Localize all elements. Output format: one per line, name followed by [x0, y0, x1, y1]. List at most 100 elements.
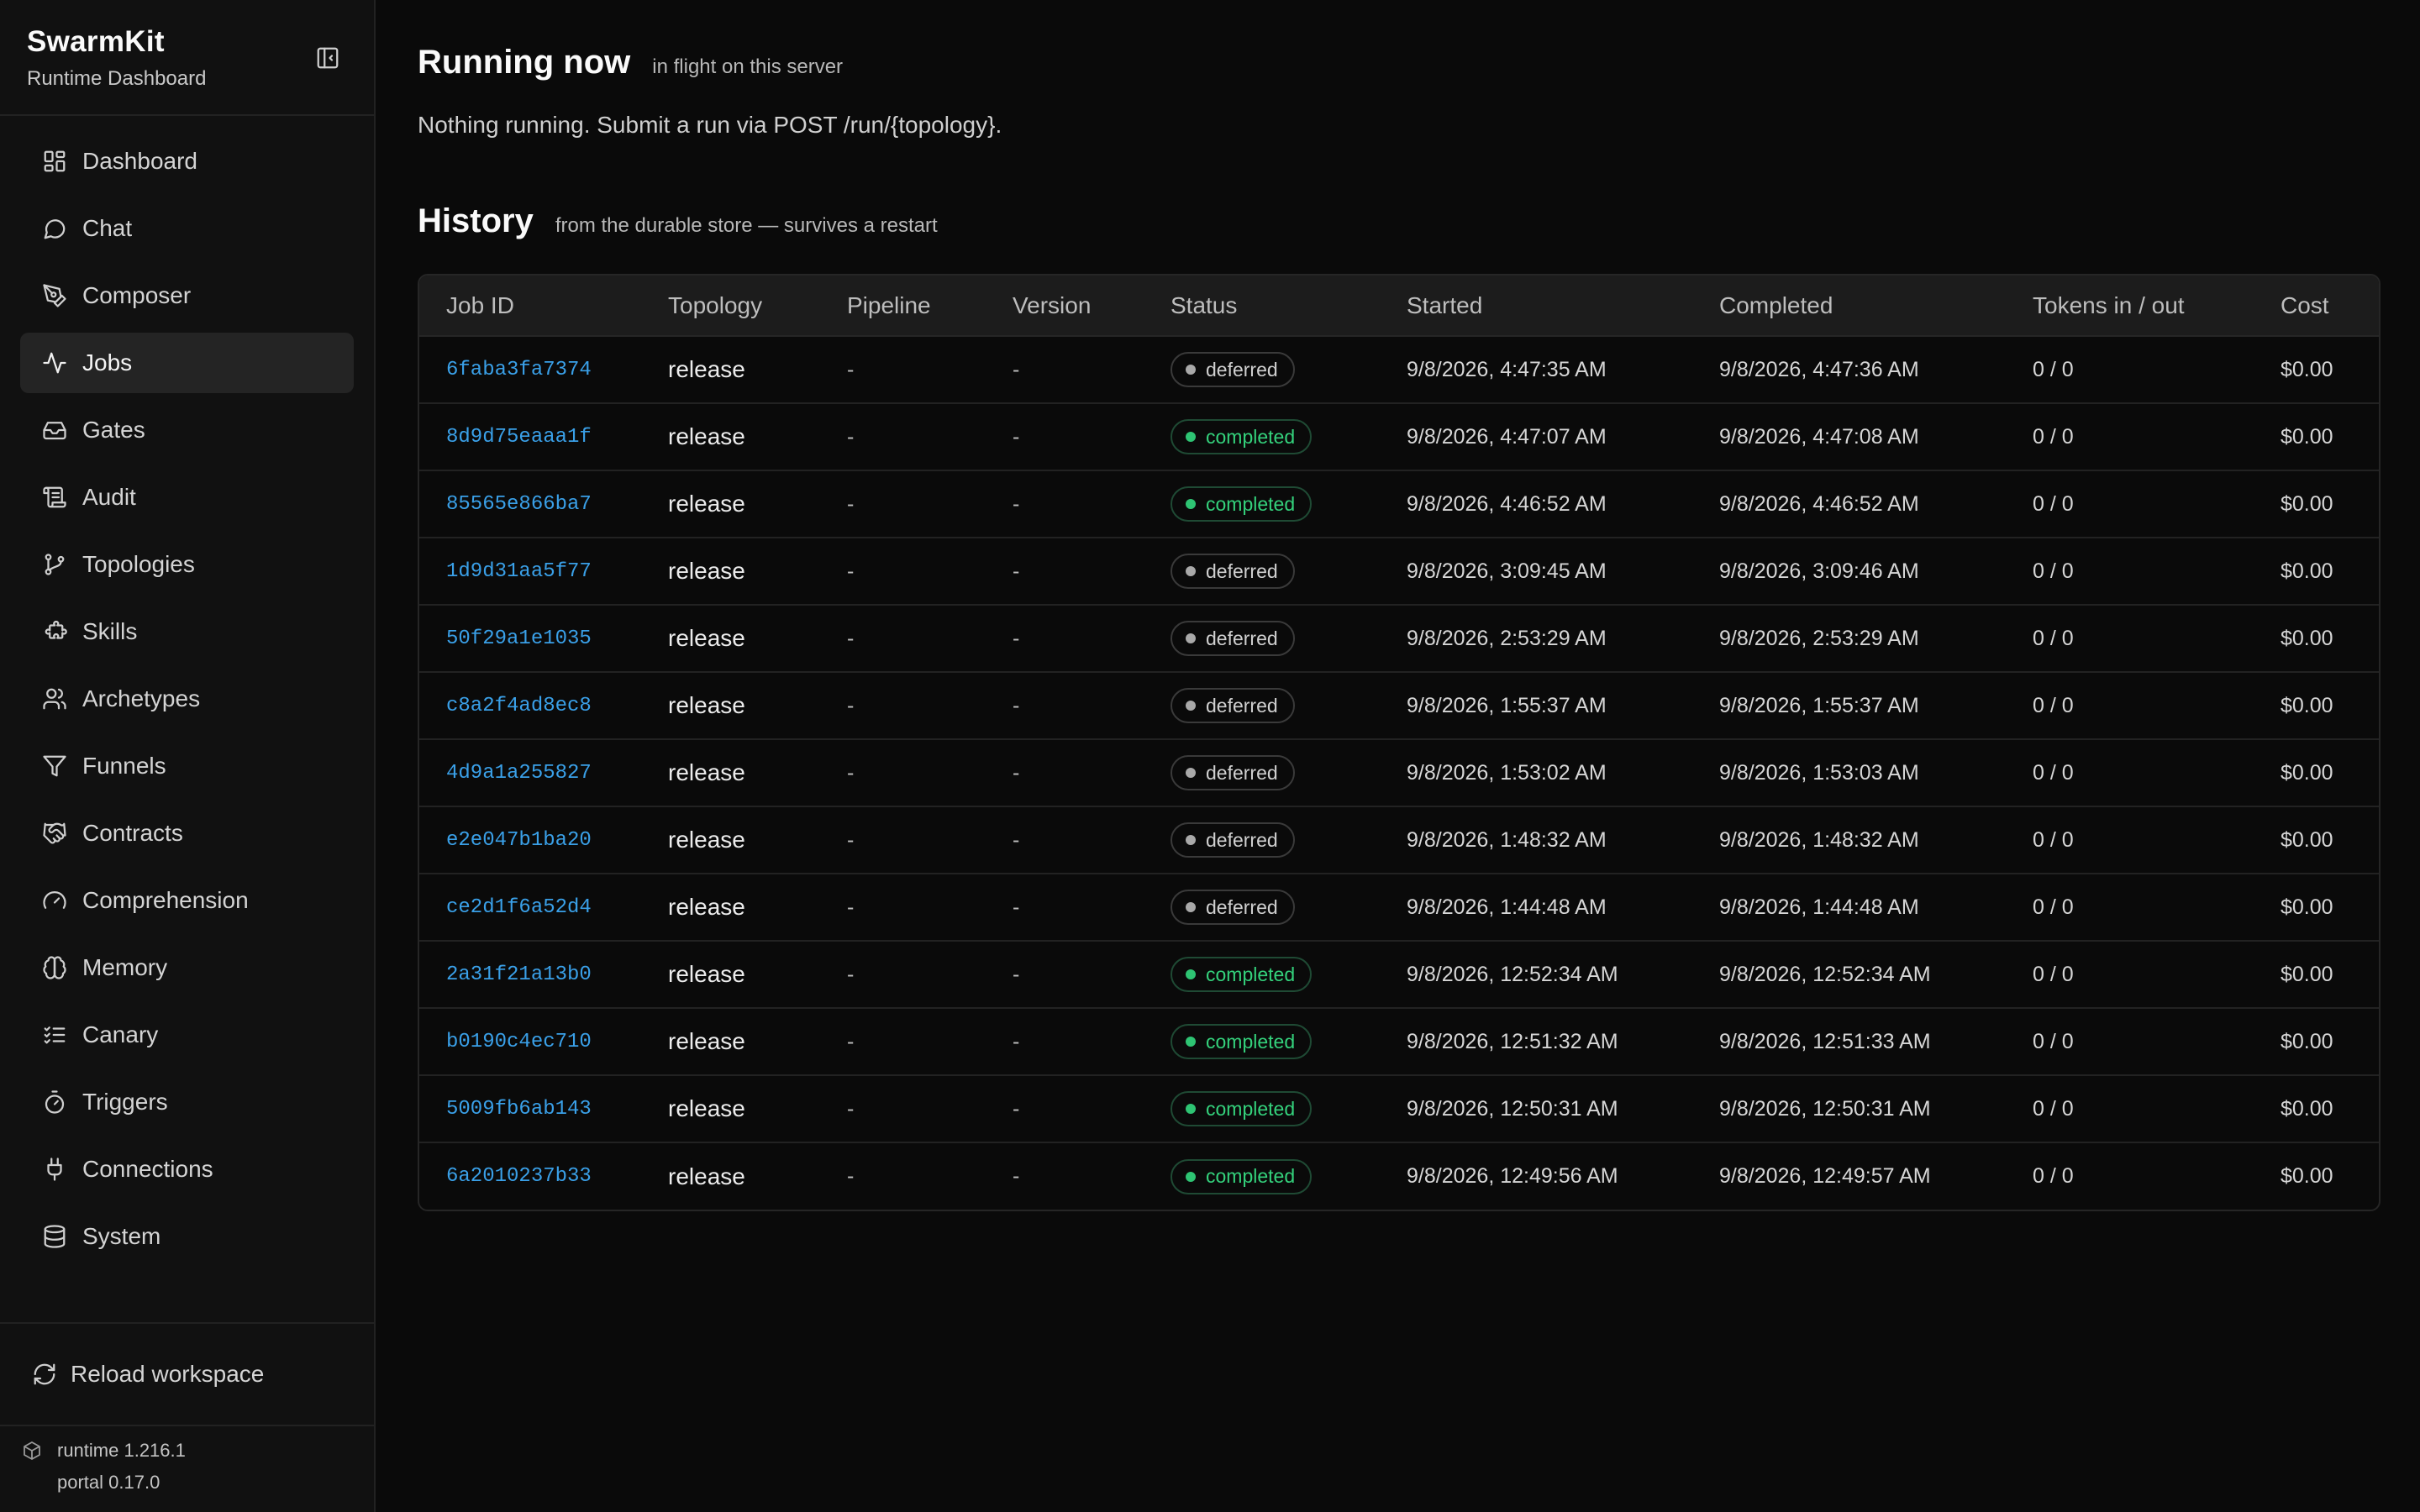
sidebar-item-funnels[interactable]: Funnels [20, 736, 354, 796]
sidebar-item-label: Skills [82, 618, 138, 644]
sidebar-item-label: Audit [82, 484, 136, 510]
table-row[interactable]: 85565e866ba7 release - - completed 9/8/2026, … [419, 470, 2379, 538]
job-id-link[interactable]: 6a2010237b33 [419, 1142, 641, 1210]
running-title: Running now [418, 44, 631, 81]
history-section-header: History from the durable store — survive… [418, 202, 2381, 240]
sidebar-item-comprehension[interactable]: Comprehension [20, 870, 354, 931]
version-cell: - [986, 1007, 1144, 1075]
job-id-link[interactable]: 4d9a1a255827 [419, 738, 641, 806]
status-badge: deferred [1171, 688, 1295, 723]
pipeline-cell: - [820, 873, 986, 941]
status-dot-icon [1186, 701, 1196, 711]
sidebar-item-skills[interactable]: Skills [20, 601, 354, 662]
sidebar-item-gates[interactable]: Gates [20, 400, 354, 460]
started-cell: 9/8/2026, 12:50:31 AM [1380, 1074, 1692, 1142]
table-row[interactable]: 1d9d31aa5f77 release - - deferred 9/8/2026, 3… [419, 537, 2379, 605]
version-cell: - [986, 1074, 1144, 1142]
status-badge: completed [1171, 957, 1313, 992]
status-badge: deferred [1171, 755, 1295, 790]
tokens-cell: 0 / 0 [2006, 470, 2254, 538]
job-id-link[interactable]: 6faba3fa7374 [419, 336, 641, 403]
job-id-link[interactable]: 8d9d75eaaa1f [419, 402, 641, 470]
column-header: Topology [641, 276, 820, 337]
scroll-icon [40, 483, 69, 512]
status-cell: completed [1144, 1007, 1380, 1075]
job-id-link[interactable]: 2a31f21a13b0 [419, 940, 641, 1008]
tokens-cell: 0 / 0 [2006, 604, 2254, 672]
completed-cell: 9/8/2026, 4:47:36 AM [1719, 357, 1919, 381]
started-cell: 9/8/2026, 2:53:29 AM [1380, 604, 1692, 672]
topology-cell: release [641, 604, 820, 672]
completed-cell: 9/8/2026, 12:49:57 AM [1692, 1142, 2006, 1210]
sidebar-item-topologies[interactable]: Topologies [20, 534, 354, 595]
sidebar-item-triggers[interactable]: Triggers [20, 1072, 354, 1132]
cost-cell: $0.00 [2254, 1074, 2379, 1142]
job-id-link[interactable]: ce2d1f6a52d4 [419, 873, 641, 941]
refresh-icon [34, 1363, 55, 1385]
table-row[interactable]: c8a2f4ad8ec8 release - - deferred 9/8/2026, 1… [419, 671, 2379, 739]
status-badge: deferred [1171, 822, 1295, 858]
header-row: Job ID Topology Pipeline Version Status Start… [419, 276, 2379, 337]
job-id-link[interactable]: c8a2f4ad8ec8 [419, 671, 641, 739]
job-id-link[interactable]: 5009fb6ab143 [419, 1074, 641, 1142]
reload-workspace-button[interactable]: Reload workspace [0, 1322, 374, 1426]
sidebar-item-audit[interactable]: Audit [20, 467, 354, 528]
status-text: deferred [1206, 559, 1278, 582]
sidebar-item-dashboard[interactable]: Dashboard [20, 131, 354, 192]
version-cell: - [986, 873, 1144, 941]
started-cell: 9/8/2026, 3:09:45 AM [1380, 537, 1692, 605]
status-cell: deferred [1144, 873, 1380, 941]
status-cell: deferred [1144, 671, 1380, 739]
table-row[interactable]: e2e047b1ba20 release - - deferred 9/8/2026, 1… [419, 806, 2379, 874]
runtime-version: runtime 1.216.1 [22, 1440, 374, 1462]
table-row[interactable]: 2a31f21a13b0 release - - completed 9/8/2026, … [419, 940, 2379, 1008]
sidebar-item-archetypes[interactable]: Archetypes [20, 669, 354, 729]
started-cell: 9/8/2026, 4:46:52 AM [1380, 470, 1692, 538]
table-row[interactable]: 4d9a1a255827 release - - deferred 9/8/2026, 1… [419, 738, 2379, 806]
pipeline-cell: - [820, 537, 986, 605]
status-text: completed [1206, 425, 1296, 448]
job-id-link[interactable]: 85565e866ba7 [419, 470, 641, 538]
chat-bubble-icon [40, 214, 69, 243]
job-id-link[interactable]: b0190c4ec710 [419, 1007, 641, 1075]
version-cell: - [1013, 357, 1020, 381]
started-cell: 9/8/2026, 1:48:32 AM [1380, 806, 1692, 874]
sidebar-item-label: Connections [82, 1156, 213, 1182]
status-cell: deferred [1144, 806, 1380, 874]
topology-cell: release [641, 738, 820, 806]
sidebar-item-contracts[interactable]: Contracts [20, 803, 354, 864]
table-row[interactable]: b0190c4ec710 release - - completed 9/8/2026, … [419, 1007, 2379, 1075]
status-text: deferred [1206, 358, 1278, 381]
sidebar-item-system[interactable]: System [20, 1206, 354, 1267]
sidebar-item-memory[interactable]: Memory [20, 937, 354, 998]
sidebar-item-composer[interactable]: Composer [20, 265, 354, 326]
job-id-link[interactable]: 1d9d31aa5f77 [419, 537, 641, 605]
completed-cell: 9/8/2026, 1:44:48 AM [1692, 873, 2006, 941]
pipeline-cell: - [820, 806, 986, 874]
cost-cell: $0.00 [2254, 806, 2379, 874]
sidebar-item-jobs[interactable]: Jobs [20, 333, 354, 393]
gauge-icon [40, 886, 69, 915]
job-id-link[interactable]: 50f29a1e1035 [419, 604, 641, 672]
table-row[interactable]: ce2d1f6a52d4 release - - deferred 9/8/2026, 1… [419, 873, 2379, 941]
table-row[interactable]: 50f29a1e1035 release - - deferred 9/8/2026, 2… [419, 604, 2379, 672]
git-branch-icon [40, 550, 69, 579]
job-id-link[interactable]: e2e047b1ba20 [419, 806, 641, 874]
tokens-cell: 0 / 0 [2006, 1074, 2254, 1142]
activity-icon [40, 349, 69, 377]
table-row[interactable]: 8d9d75eaaa1f release - - completed 9/8/2026, … [419, 402, 2379, 470]
sidebar-item-label: Funnels [82, 753, 166, 779]
collapse-sidebar-button[interactable] [313, 44, 342, 72]
table-row[interactable]: 5009fb6ab143 release - - completed 9/8/2026, … [419, 1074, 2379, 1142]
table-row[interactable]: 6a2010237b33 release - - completed 9/8/2026, … [419, 1142, 2379, 1210]
table-row[interactable]: 6faba3fa7374 release - - deferred 9/8/2026, 4… [419, 336, 2379, 403]
topology-cell: release [641, 940, 820, 1008]
status-text: completed [1206, 1097, 1296, 1120]
sidebar-item-chat[interactable]: Chat [20, 198, 354, 259]
running-empty-message: Nothing running. Submit a run via POST /… [418, 112, 1002, 138]
sidebar-item-connections[interactable]: Connections [20, 1139, 354, 1200]
column-header: Status [1144, 276, 1380, 337]
started-cell: 9/8/2026, 12:51:32 AM [1380, 1007, 1692, 1075]
sidebar-item-canary[interactable]: Canary [20, 1005, 354, 1065]
sidebar-item-label: Dashboard [82, 148, 197, 174]
